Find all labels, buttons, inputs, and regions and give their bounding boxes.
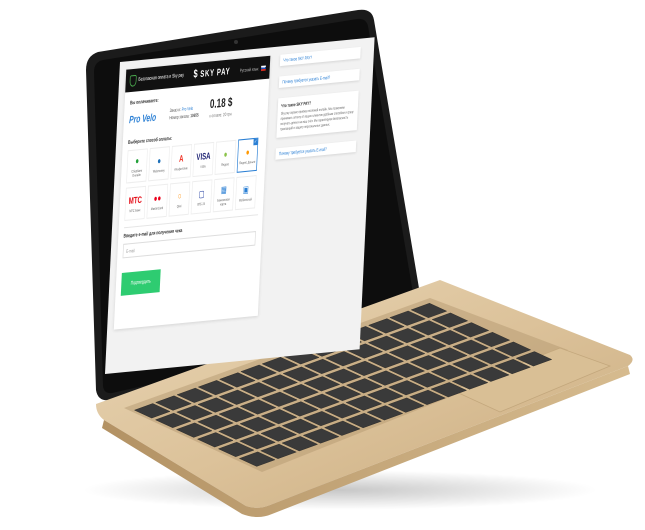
check-icon: ✓ [253, 138, 258, 146]
faq-column: Что такое SKY PAY? Почему требуется указ… [275, 46, 368, 170]
payment-method-label: Мобильный [238, 196, 252, 203]
payment-method-label: Яндекс Деньги [239, 159, 256, 165]
language-switch[interactable]: Русский язык [239, 64, 266, 73]
faq-why-email-button[interactable]: Почему требуется указать E-mail? [278, 68, 360, 88]
payment-method-0[interactable]: ● Сбербанк Онлайн [126, 148, 148, 184]
payment-method-7[interactable]: ●● MasterCard [146, 183, 169, 219]
confirm-button[interactable]: Подтвердить [120, 269, 161, 296]
payment-method-3[interactable]: VISA VISA [192, 141, 215, 178]
payment-method-5[interactable]: ● Яндекс Деньги ✓ [236, 137, 259, 173]
order-info: Заказ в: Pro Velo Номер заказа: 10655 [169, 104, 199, 121]
secure-payment-badge: Безопасная оплата в Sky pay [129, 70, 184, 87]
skypay-logo: $ SKY PAY [193, 65, 230, 81]
payment-amount-sub: к оплате: 20 грн [209, 111, 232, 119]
payment-method-label: Qiwi [176, 203, 182, 209]
faq-why-email-button-2[interactable]: Почему требуется указать E-mail? [275, 140, 357, 160]
payment-method-icon: ▣ [242, 183, 250, 195]
logo-text: SKY PAY [200, 65, 231, 80]
payment-method-1[interactable]: ● Webmoney [148, 146, 170, 182]
faq-answer-card: Что такое SKY PAY? Sky pay сервис приёма… [276, 90, 359, 138]
logo-symbol: $ [193, 67, 199, 81]
payment-method-label: МТС Банк [129, 207, 141, 213]
payment-method-icon: ▦ [220, 183, 228, 195]
payment-amount: 0.18 $ [209, 94, 233, 112]
payment-method-2[interactable]: А Альфа-Клик [170, 144, 193, 180]
payment-panel: Безопасная оплата в Sky pay $ SKY PAY Ру… [113, 55, 271, 330]
payment-methods-grid: ● Сбербанк Онлайн ● Webmoney А Альфа-Клик VISA… [124, 137, 261, 221]
payment-method-icon: VISA [196, 149, 211, 162]
payment-method-10[interactable]: ▦ Банковская карта [212, 177, 235, 213]
screen: Безопасная оплата в Sky pay $ SKY PAY Ру… [105, 37, 375, 375]
order-number: 10655 [190, 112, 199, 119]
payment-method-label: Яндекс [221, 161, 230, 167]
payment-method-8[interactable]: ○ Qiwi [168, 181, 191, 217]
payment-method-4[interactable]: ● Яндекс [214, 139, 237, 175]
payment-method-icon: А [178, 152, 184, 164]
payment-summary: Вы оплачиваете: Pro Velo Заказ в: Pro Ve… [128, 87, 264, 135]
payment-method-6[interactable]: МТС МТС Банк [124, 185, 147, 221]
payment-method-icon: ○ [177, 190, 182, 201]
payment-method-icon: ●● [153, 192, 162, 204]
payment-method-icon: ● [157, 154, 162, 166]
payment-method-label: MasterCard [150, 205, 164, 211]
payment-method-label: VISA [200, 163, 206, 169]
camera-icon [234, 40, 238, 44]
payment-method-label: ВТБ 24 [197, 201, 206, 207]
shield-icon [129, 74, 137, 87]
flag-icon [260, 64, 266, 71]
payment-method-11[interactable]: ▣ Мобильный [234, 175, 257, 211]
merchant-logo: Pro Velo [128, 112, 157, 127]
language-label: Русский язык [239, 65, 259, 73]
payment-method-icon: ● [245, 146, 250, 157]
order-number-label: Номер заказа: [169, 113, 190, 121]
methods-title: Выберите способ оплаты: [127, 135, 173, 147]
faq-answer: Sky pay сервис приёма платежей онлайн. М… [280, 105, 354, 132]
payment-method-label: Банковская карта [217, 196, 230, 207]
payment-method-icon: ▢ [198, 187, 205, 199]
payment-method-label: Альфа-Клик [174, 165, 188, 172]
payment-method-icon: ● [223, 148, 228, 160]
payment-method-icon: МТС [128, 193, 143, 206]
payment-title: Вы оплачиваете: [129, 97, 159, 107]
payment-method-label: Webmoney [152, 167, 165, 174]
laptop-mockup: Безопасная оплата в Sky pay $ SKY PAY Ру… [0, 0, 645, 530]
payment-method-label: Сбербанк Онлайн [131, 168, 143, 178]
secure-label: Безопасная оплата в Sky pay [138, 72, 185, 83]
payment-method-icon: ● [135, 154, 140, 166]
payment-method-9[interactable]: ▢ ВТБ 24 [190, 179, 213, 215]
